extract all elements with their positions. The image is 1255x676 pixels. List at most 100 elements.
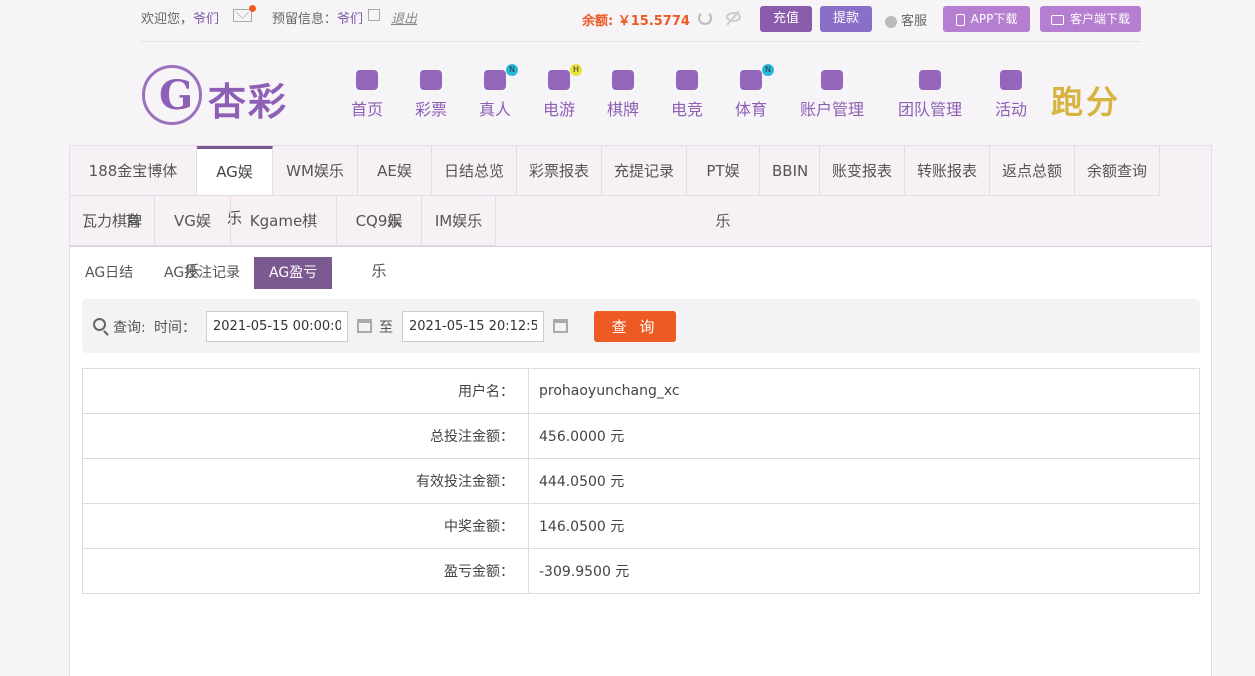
- nav-label: 活动: [994, 100, 1027, 119]
- subtab-ag-bets[interactable]: AG投注记录: [149, 257, 255, 289]
- nav-label: 团队管理: [897, 100, 962, 119]
- tab-lottery-report[interactable]: 彩票报表: [517, 146, 602, 196]
- nav-home[interactable]: 首页: [350, 70, 384, 120]
- nav-label: 真人: [478, 100, 511, 119]
- nav-sports[interactable]: N 体育: [734, 64, 774, 120]
- table-row: 用户名： prohaoyunchang_xc: [82, 368, 1200, 414]
- reserve-value: 爷们: [337, 12, 364, 27]
- time-label: 时间：: [154, 320, 196, 336]
- new-badge: N: [762, 64, 774, 76]
- client-download-button[interactable]: 客户端下载: [1040, 6, 1141, 32]
- row-key: 用户名：: [82, 368, 529, 414]
- nav-esports[interactable]: 电竞: [670, 70, 704, 120]
- cards-icon: [612, 70, 634, 90]
- nav-activity[interactable]: 活动: [994, 70, 1028, 120]
- phone-icon: [955, 13, 965, 26]
- tab-daily-overview[interactable]: 日结总览: [432, 146, 517, 196]
- app-download-label: APP下载: [970, 12, 1018, 26]
- site-logo[interactable]: 杏彩: [142, 65, 292, 125]
- report-tabs: 188金宝博体育 AG娱乐 WM娱乐 AE娱乐 日结总览 彩票报表 充提记录 P…: [70, 146, 1211, 280]
- row-value: prohaoyunchang_xc: [528, 368, 1200, 414]
- reserve-info: 预留信息：爷们: [272, 8, 363, 27]
- nav-team[interactable]: 团队管理: [896, 70, 964, 120]
- balance-display: 余额: ￥15.5774: [582, 14, 690, 29]
- new-badge: N: [506, 64, 518, 76]
- query-bar: 查询: 时间： 至 查 询: [82, 299, 1200, 353]
- nav-slots[interactable]: H 电游: [542, 64, 582, 120]
- lottery-icon: [420, 70, 442, 90]
- logo-emblem: [142, 65, 202, 125]
- table-row: 中奖金额： 146.0500 元: [82, 503, 1200, 549]
- paofen-link[interactable]: 跑分: [1051, 77, 1121, 123]
- live-dealer-icon: N: [484, 64, 518, 90]
- tab-balance-query[interactable]: 余额查询: [1075, 146, 1160, 196]
- team-icon: [919, 70, 941, 90]
- monitor-icon: [1050, 14, 1064, 25]
- tab-kgame[interactable]: Kgame棋牌: [231, 196, 337, 280]
- row-value: 456.0000 元: [528, 413, 1200, 459]
- welcome-text: 欢迎您，爷们: [141, 8, 219, 27]
- row-key: 有效投注金额：: [82, 458, 529, 504]
- tab-wm[interactable]: WM娱乐: [273, 146, 358, 196]
- subtab-ag-profit[interactable]: AG盈亏: [254, 257, 333, 289]
- report-panel: 188金宝博体育 AG娱乐 WM娱乐 AE娱乐 日结总览 彩票报表 充提记录 P…: [69, 145, 1212, 676]
- edit-icon[interactable]: [368, 9, 380, 21]
- subtab-ag-daily[interactable]: AG日结: [70, 257, 148, 289]
- tab-transfer-report[interactable]: 转账报表: [905, 146, 990, 196]
- tab-rebate-total[interactable]: 返点总额: [990, 146, 1075, 196]
- tab-ae[interactable]: AE娱乐: [358, 146, 432, 230]
- slot-icon: H: [548, 64, 582, 90]
- refresh-icon[interactable]: [698, 11, 712, 25]
- calendar-icon[interactable]: [553, 319, 568, 333]
- nav-account[interactable]: 账户管理: [798, 70, 866, 120]
- username-link[interactable]: 爷们: [193, 12, 219, 27]
- query-label: 查询:: [113, 320, 146, 336]
- tab-ag[interactable]: AG娱乐: [197, 146, 273, 227]
- gamepad-icon: [676, 70, 698, 90]
- nav-cards[interactable]: 棋牌: [606, 70, 640, 120]
- app-download-button[interactable]: APP下载: [943, 6, 1030, 32]
- table-row: 有效投注金额： 444.0500 元: [82, 458, 1200, 504]
- customer-service[interactable]: 客服: [885, 10, 927, 29]
- row-value: 146.0500 元: [528, 503, 1200, 549]
- hide-balance-icon[interactable]: [726, 12, 741, 22]
- welcome-prefix: 欢迎您，: [141, 12, 194, 27]
- client-download-label: 客户端下载: [1069, 12, 1130, 26]
- tab-wali-chess[interactable]: 瓦力棋牌: [70, 196, 155, 246]
- nav-lottery[interactable]: 彩票: [414, 70, 448, 120]
- nav-live[interactable]: N 真人: [478, 64, 518, 120]
- table-row: 盈亏金额： -309.9500 元: [82, 548, 1200, 594]
- tab-account-change[interactable]: 账变报表: [820, 146, 905, 196]
- tab-188-sports[interactable]: 188金宝博体育: [70, 146, 197, 230]
- tab-vg[interactable]: VG娱乐: [155, 196, 231, 280]
- mail-icon[interactable]: [233, 5, 256, 22]
- row-value: -309.9500 元: [528, 548, 1200, 594]
- end-time-input[interactable]: [402, 311, 544, 342]
- tab-bbin[interactable]: BBIN: [760, 146, 820, 196]
- nav-label: 账户管理: [799, 100, 864, 119]
- tab-im[interactable]: IM娱乐: [422, 196, 496, 246]
- result-table: 用户名： prohaoyunchang_xc 总投注金额： 456.0000 元 有…: [82, 368, 1200, 594]
- row-key: 中奖金额：: [82, 503, 529, 549]
- hot-badge: H: [570, 64, 582, 76]
- unread-dot: [249, 5, 256, 12]
- search-icon: [93, 318, 106, 331]
- charge-button[interactable]: 充值: [760, 6, 812, 32]
- tab-deposit-records[interactable]: 充提记录: [602, 146, 687, 196]
- reserve-prefix: 预留信息：: [272, 12, 338, 27]
- tab-pt[interactable]: PT娱乐: [687, 146, 760, 230]
- query-button[interactable]: 查 询: [594, 311, 676, 342]
- start-time-input[interactable]: [206, 311, 348, 342]
- tab-cq9[interactable]: CQ9娱乐: [337, 196, 422, 280]
- nav-label: 电竞: [670, 100, 703, 119]
- logo-text: 杏彩: [208, 80, 289, 124]
- nav-label: 体育: [734, 100, 767, 119]
- logout-link[interactable]: 退出: [391, 8, 417, 27]
- service-label: 客服: [901, 14, 928, 29]
- table-row: 总投注金额： 456.0000 元: [82, 413, 1200, 459]
- calendar-icon[interactable]: [357, 319, 372, 333]
- home-icon: [356, 70, 378, 90]
- nav-label: 棋牌: [606, 100, 639, 119]
- gift-icon: [1000, 70, 1022, 90]
- withdraw-button[interactable]: 提款: [820, 6, 872, 32]
